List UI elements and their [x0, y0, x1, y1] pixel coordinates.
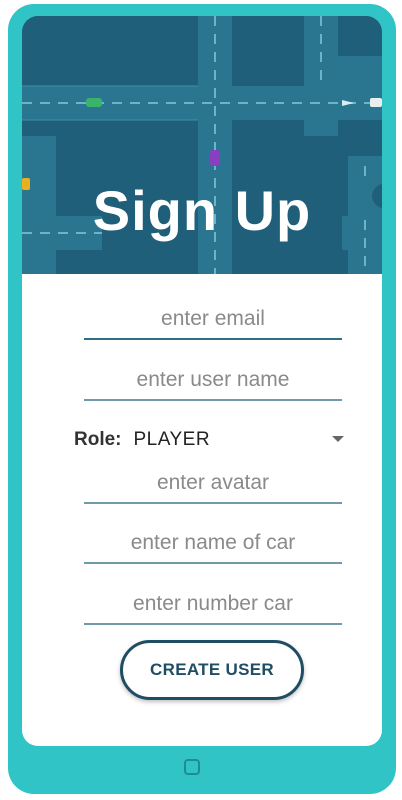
car-number-field[interactable]: [84, 585, 342, 623]
avatar-field-wrapper: [84, 464, 342, 504]
page-title: Sign Up: [92, 179, 312, 242]
app-screen: Sign Up Role: PLAYER CREAT: [22, 16, 382, 746]
role-value: PLAYER: [133, 429, 211, 450]
create-user-button[interactable]: CREATE USER: [120, 640, 304, 700]
car-name-field-wrapper: [84, 524, 342, 564]
signup-form: Role: PLAYER CREATE USER: [22, 274, 382, 746]
caret-down-icon[interactable]: [332, 436, 344, 442]
email-field-wrapper: [84, 300, 342, 340]
car-name-field[interactable]: [84, 524, 342, 562]
role-select[interactable]: Role: PLAYER: [74, 426, 344, 454]
home-square-icon[interactable]: [184, 759, 200, 775]
avatar-field[interactable]: [84, 464, 342, 502]
email-field[interactable]: [84, 300, 342, 338]
username-field-wrapper: [84, 361, 342, 401]
username-field[interactable]: [84, 361, 342, 399]
role-label: Role:: [74, 429, 122, 450]
header-banner: Sign Up: [22, 16, 382, 274]
device-frame: Sign Up Role: PLAYER CREAT: [8, 4, 396, 794]
car-number-field-wrapper: [84, 585, 342, 625]
